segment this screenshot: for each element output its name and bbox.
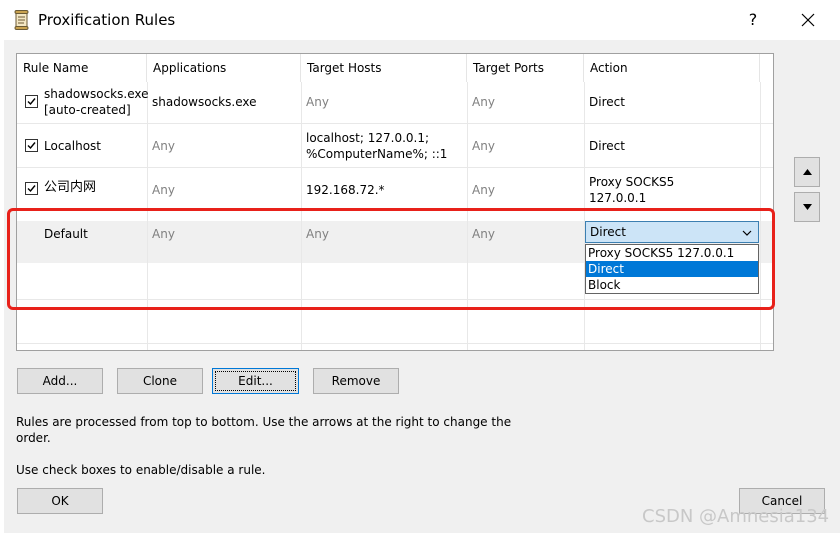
rule-enabled-checkbox[interactable] [25,139,38,152]
background-window-edge [0,40,4,533]
edit-button[interactable]: Edit... [212,368,299,394]
highlight-annotation-box [7,208,775,310]
ok-button[interactable]: OK [17,488,103,514]
scroll-document-icon [14,10,30,30]
rule-action: Direct [589,139,625,153]
rule-applications: shadowsocks.exe [152,95,257,109]
rule-applications: Any [152,139,175,153]
column-header-applications[interactable]: Applications [147,54,301,82]
rule-name: 公司内网 [44,180,97,195]
move-rule-up-button[interactable] [794,157,820,187]
triangle-down-icon [803,204,812,210]
column-header-action[interactable]: Action [584,54,760,82]
move-rule-down-button[interactable] [794,192,820,222]
rule-action-line: Proxy SOCKS5 [589,175,675,189]
rule-action-line: 127.0.0.1 [589,191,647,205]
window-title: Proxification Rules [38,11,176,29]
row-divider [17,167,773,168]
rule-target-hosts: Any [306,95,329,109]
rule-target-ports: Any [472,95,495,109]
rule-target-ports: Any [472,183,495,197]
rule-target-hosts-line: %ComputerName%; ::1 [306,147,448,161]
add-button[interactable]: Add... [17,368,103,394]
rule-action: Direct [589,95,625,109]
rule-target-hosts: localhost; 127.0.0.1; %ComputerName%; ::… [306,130,447,162]
info-text-order-line1: Rules are processed from top to bottom. … [16,415,512,429]
title-bar: Proxification Rules ? [0,0,840,40]
watermark: CSDN @Amnesia134 [642,506,830,527]
column-header-rule-name[interactable]: Rule Name [17,54,147,82]
rule-target-hosts: 192.168.72.* [306,183,385,197]
rule-name-line: [auto-created] [44,103,131,117]
rule-name-line: shadowsocks.exe [44,87,149,101]
clone-button[interactable]: Clone [117,368,203,394]
rule-target-ports: Any [472,139,495,153]
row-divider [17,123,773,124]
rule-action: Proxy SOCKS5 127.0.0.1 [589,174,674,206]
info-text-checkboxes: Use check boxes to enable/disable a rule… [16,463,266,477]
row-divider [17,343,773,344]
column-header-target-ports[interactable]: Target Ports [467,54,584,82]
info-text-order-line2: order. [16,431,51,445]
rule-enabled-checkbox[interactable] [25,95,38,108]
rule-name: Localhost [44,139,102,153]
rule-target-hosts-line: localhost; 127.0.0.1; [306,131,430,145]
close-icon[interactable] [796,8,820,32]
rule-name: shadowsocks.exe [auto-created] [44,86,148,118]
remove-button[interactable]: Remove [313,368,399,394]
triangle-up-icon [803,169,812,175]
column-header-target-hosts[interactable]: Target Hosts [301,54,467,82]
rule-enabled-checkbox[interactable] [25,182,38,195]
proxification-rules-window: Proxification Rules ? Rule Name Applicat… [0,0,840,533]
help-button[interactable]: ? [742,8,764,32]
rule-applications: Any [152,183,175,197]
